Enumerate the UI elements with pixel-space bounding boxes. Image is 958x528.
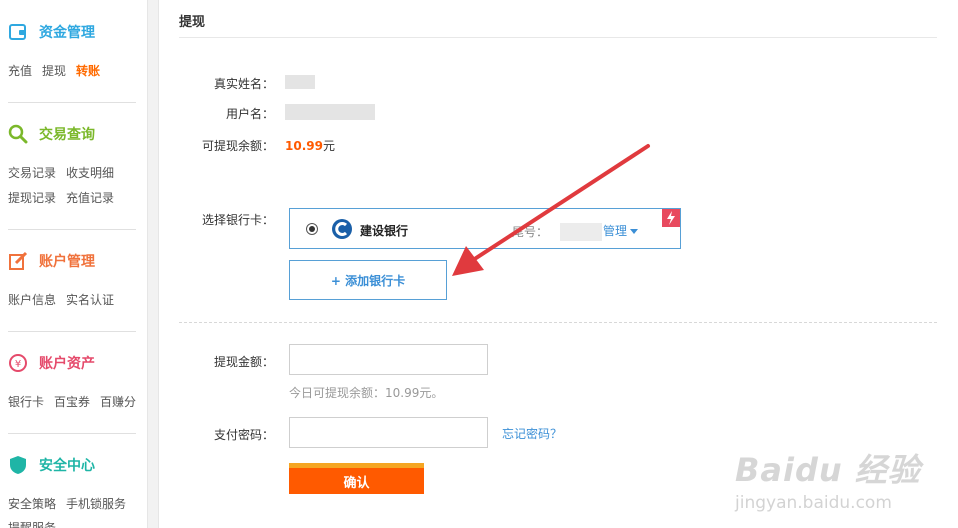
amount-label: 提现金额： [213,355,274,369]
sidebar-divider [8,331,136,332]
shield-icon [10,456,26,474]
sidebar-link-points[interactable]: 百赚分 [100,393,136,410]
sidebar-section-security-header[interactable]: 安全中心 [8,454,95,476]
title-divider [179,37,937,38]
masked-real-name [285,75,315,89]
ccb-logo-icon [332,219,352,239]
sidebar-section-funds-header[interactable]: 资金管理 [8,21,95,43]
amount-hint: 今日可提现余额：10.99元。 [289,386,444,400]
add-bank-card-button[interactable]: + 添加银行卡 [289,260,447,300]
card-radio[interactable] [306,223,318,235]
sidebar-section-title: 安全中心 [39,458,95,474]
pay-password-input[interactable] [289,417,488,448]
sidebar: 资金管理 充值 提现 转账 交易查询 交易记录 收支明细 提现记录 充值记录 账… [0,0,148,528]
section-divider [179,322,937,323]
search-icon [8,124,28,144]
yen-icon: ¥ [9,354,27,372]
sidebar-divider [8,102,136,103]
sidebar-link-security-policy[interactable]: 安全策略 [8,495,56,512]
manage-label: 管理 [603,224,628,238]
sidebar-link-verification[interactable]: 实名认证 [66,291,114,308]
sidebar-link-recharge-records[interactable]: 充值记录 [66,189,114,206]
bank-card-option[interactable]: 建设银行 尾号： 管理 [289,208,681,249]
svg-text:¥: ¥ [15,359,21,370]
wallet-icon [9,24,26,40]
sidebar-section-title: 账户管理 [39,254,95,270]
main-panel: 提现 真实姓名： 用户名： 可提现余额： 10.99元 选择银行卡： 建设银行 … [158,0,958,528]
sidebar-section-title: 资金管理 [39,25,95,41]
sidebar-link-transfer[interactable]: 转账 [76,62,100,79]
page-title: 提现 [179,15,206,30]
sidebar-section-assets-header[interactable]: ¥ 账户资产 [8,352,95,374]
select-card-label: 选择银行卡： [201,213,274,227]
lightning-badge-icon [662,209,680,227]
manage-card-dropdown[interactable]: 管理 [603,222,639,239]
forgot-password-link[interactable]: 忘记密码？ [502,425,562,442]
chevron-down-icon [630,229,639,234]
sidebar-link-bank-cards[interactable]: 银行卡 [8,393,44,410]
card-tail-label: 尾号： [512,225,549,239]
masked-username [285,104,375,120]
sidebar-divider [8,433,136,434]
sidebar-section-account-header[interactable]: 账户管理 [8,250,95,272]
sidebar-link-transactions[interactable]: 交易记录 [8,164,56,181]
confirm-button[interactable]: 确认 [289,463,424,494]
sidebar-link-coupons[interactable]: 百宝券 [54,393,90,410]
balance-label: 可提现余额： [201,139,274,153]
balance-unit: 元 [322,139,335,153]
username-label: 用户名： [225,107,274,121]
sidebar-link-withdraw[interactable]: 提现 [42,62,66,79]
balance-value-text: 10.99元 [285,137,335,154]
sidebar-link-recharge[interactable]: 充值 [8,62,32,79]
sidebar-link-phone-lock[interactable]: 手机锁服务 [66,495,126,512]
sidebar-link-account-info[interactable]: 账户信息 [8,291,56,308]
sidebar-link-reminder[interactable]: 提醒服务 [8,519,56,528]
sidebar-section-query-header[interactable]: 交易查询 [8,123,95,145]
lightning-icon [667,211,675,225]
real-name-label: 真实姓名： [213,77,274,91]
masked-card-tail [560,223,602,241]
sidebar-divider [8,229,136,230]
bank-name: 建设银行 [360,224,409,238]
withdraw-amount-input[interactable] [289,344,488,375]
sidebar-link-withdraw-records[interactable]: 提现记录 [8,189,56,206]
sidebar-section-title: 账户资产 [39,356,95,372]
sidebar-section-title: 交易查询 [39,127,95,143]
sidebar-link-income-detail[interactable]: 收支明细 [66,164,114,181]
balance-value: 10.99 [285,139,323,153]
edit-icon [9,251,28,270]
password-label: 支付密码： [213,428,274,442]
